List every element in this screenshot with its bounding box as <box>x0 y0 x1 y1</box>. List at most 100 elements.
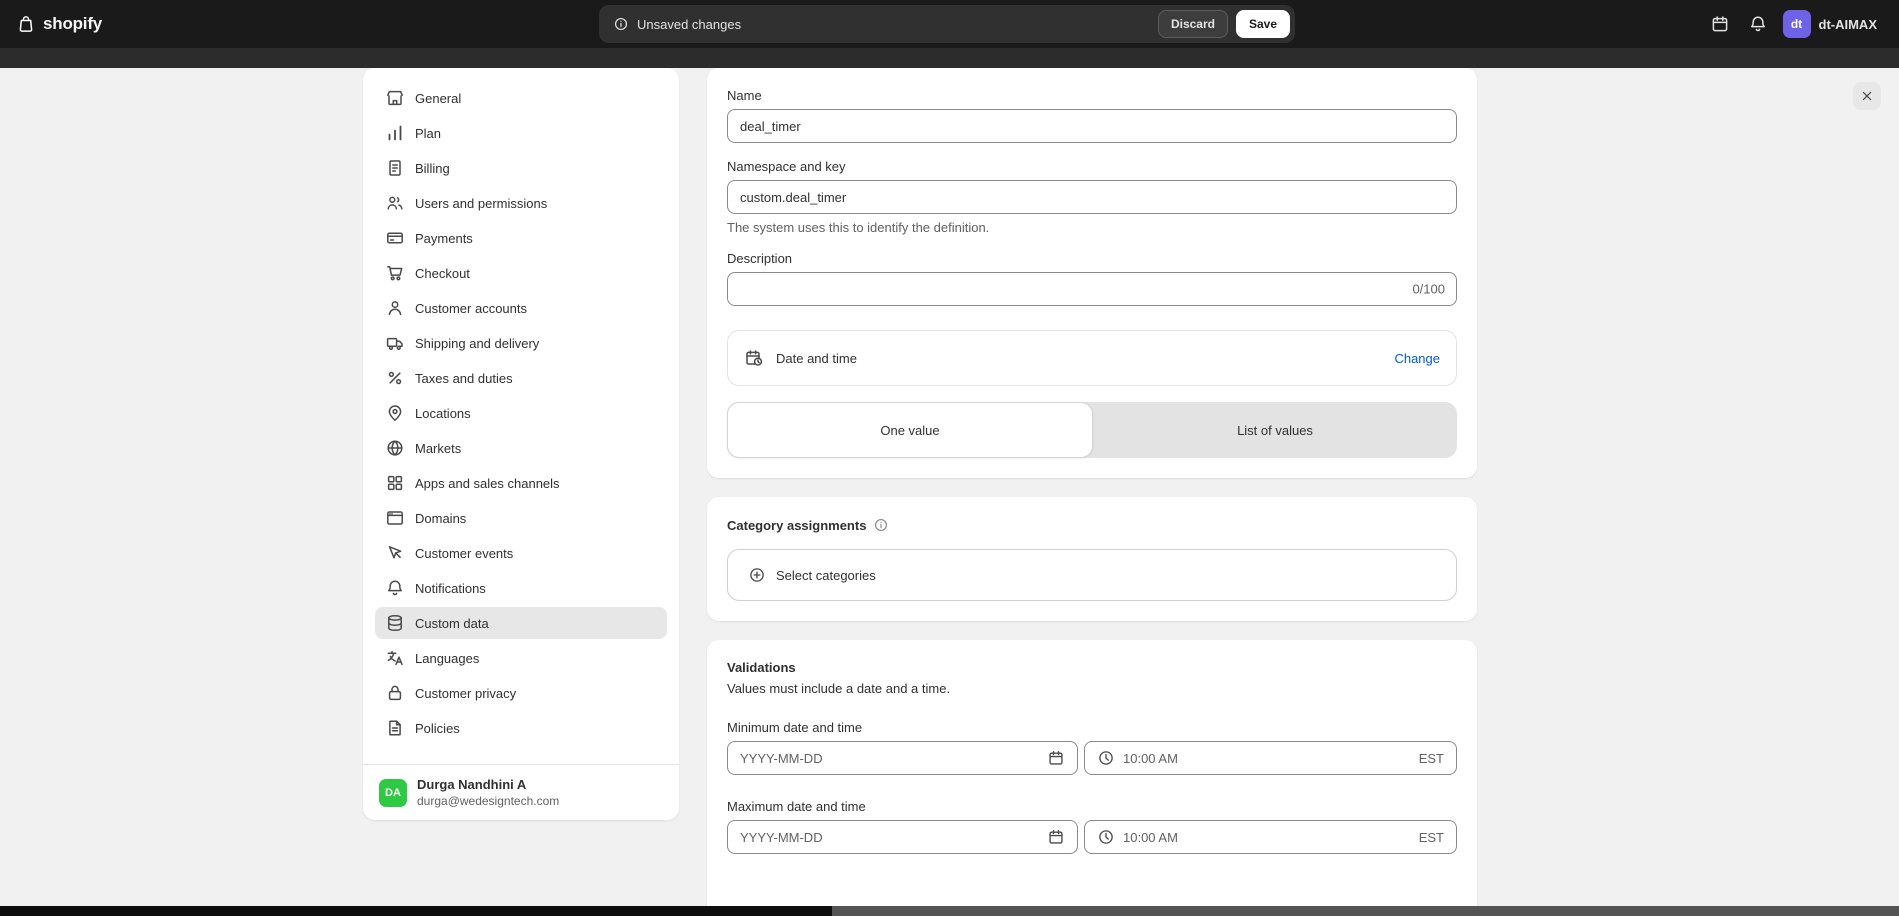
sidebar-item-customer-events[interactable]: Customer events <box>375 537 667 569</box>
validations-card: Validations Values must include a date a… <box>707 640 1477 916</box>
globe-icon <box>385 438 405 458</box>
sidebar-item-checkout[interactable]: Checkout <box>375 257 667 289</box>
page-behind-strip <box>0 48 1899 68</box>
account-menu[interactable]: dt dt-AIMAX <box>1780 7 1884 41</box>
max-date-input[interactable] <box>740 830 1039 845</box>
grid-icon <box>385 473 405 493</box>
card-icon <box>385 228 405 248</box>
save-button[interactable]: Save <box>1236 10 1290 38</box>
description-input[interactable] <box>727 272 1457 306</box>
settings-nav: General Plan Billing Users and permissio… <box>363 68 679 764</box>
info-icon <box>613 16 629 32</box>
max-time-input[interactable] <box>1123 830 1411 845</box>
sidebar-item-label: Users and permissions <box>415 196 547 211</box>
min-date-label: Minimum date and time <box>727 720 1457 735</box>
sidebar-item-domains[interactable]: Domains <box>375 502 667 534</box>
min-date-input[interactable] <box>740 751 1039 766</box>
sidebar-item-custom-data[interactable]: Custom data <box>375 607 667 639</box>
namespace-help-text: The system uses this to identify the def… <box>727 220 1457 235</box>
shopify-bag-icon <box>16 14 36 34</box>
namespace-label: Namespace and key <box>727 159 1457 174</box>
document-icon <box>385 718 405 738</box>
name-label: Name <box>727 88 1457 103</box>
sidebar-item-label: Customer events <box>415 546 513 561</box>
discard-button[interactable]: Discard <box>1158 10 1228 38</box>
sidebar-item-label: Languages <box>415 651 479 666</box>
storefront-icon <box>385 88 405 108</box>
name-input[interactable] <box>727 109 1457 143</box>
sidebar-item-policies[interactable]: Policies <box>375 712 667 744</box>
sidebar-item-languages[interactable]: Languages <box>375 642 667 674</box>
users-icon <box>385 193 405 213</box>
category-assignments-title: Category assignments <box>727 518 866 533</box>
close-button[interactable] <box>1853 82 1881 110</box>
shopify-logo[interactable]: shopify <box>16 14 226 34</box>
sidebar-item-label: General <box>415 91 461 106</box>
validations-subtitle: Values must include a date and a time. <box>727 681 1457 696</box>
chart-icon <box>385 123 405 143</box>
scrollbar-thumb[interactable] <box>0 906 832 916</box>
sidebar-item-label: Customer accounts <box>415 301 527 316</box>
browser-icon <box>385 508 405 528</box>
category-assignments-card: Category assignments Select categories <box>707 497 1477 621</box>
topbar: shopify Unsaved changes Discard Save <box>0 0 1899 48</box>
sidebar-item-payments[interactable]: Payments <box>375 222 667 254</box>
sidebar-user[interactable]: DA Durga Nandhini A durga@wedesigntech.c… <box>363 764 679 820</box>
sidebar-item-plan[interactable]: Plan <box>375 117 667 149</box>
sidebar-item-label: Custom data <box>415 616 489 631</box>
sidebar-item-markets[interactable]: Markets <box>375 432 667 464</box>
list-of-values-option[interactable]: List of values <box>1093 402 1457 458</box>
clock-icon[interactable] <box>1097 828 1115 846</box>
calendar-icon[interactable] <box>1047 828 1065 846</box>
sidebar-item-label: Shipping and delivery <box>415 336 539 351</box>
lock-icon <box>385 683 405 703</box>
sidebar-item-label: Locations <box>415 406 471 421</box>
sidebar-item-billing[interactable]: Billing <box>375 152 667 184</box>
calendar-icon[interactable] <box>1047 749 1065 767</box>
sidebar-item-label: Domains <box>415 511 466 526</box>
horizontal-scrollbar[interactable] <box>0 906 1899 916</box>
character-counter: 0/100 <box>1412 282 1445 297</box>
clock-icon[interactable] <box>1097 749 1115 767</box>
sidebar-item-label: Payments <box>415 231 473 246</box>
sidebar-item-taxes-and-duties[interactable]: Taxes and duties <box>375 362 667 394</box>
cursor-icon <box>385 543 405 563</box>
min-date-row: EST <box>727 741 1457 775</box>
min-time-input[interactable] <box>1123 751 1411 766</box>
namespace-input[interactable] <box>727 180 1457 214</box>
sidebar-item-users-and-permissions[interactable]: Users and permissions <box>375 187 667 219</box>
plus-circle-icon <box>748 566 766 584</box>
one-value-option[interactable]: One value <box>727 402 1093 458</box>
min-time-field: EST <box>1084 741 1457 775</box>
calendar-button[interactable] <box>1704 8 1736 40</box>
sidebar-item-general[interactable]: General <box>375 82 667 114</box>
select-categories-label: Select categories <box>776 568 876 583</box>
select-categories-button[interactable]: Select categories <box>727 549 1457 601</box>
max-time-field: EST <box>1084 820 1457 854</box>
close-icon <box>1859 88 1875 104</box>
sidebar-item-label: Customer privacy <box>415 686 516 701</box>
change-type-link[interactable]: Change <box>1394 351 1440 366</box>
sidebar-item-shipping-and-delivery[interactable]: Shipping and delivery <box>375 327 667 359</box>
sidebar-item-label: Plan <box>415 126 441 141</box>
notifications-button[interactable] <box>1742 8 1774 40</box>
account-name: dt-AIMAX <box>1819 17 1878 32</box>
timezone-label: EST <box>1419 830 1444 845</box>
user-email: durga@wedesigntech.com <box>417 794 559 808</box>
sidebar-item-label: Policies <box>415 721 460 736</box>
person-icon <box>385 298 405 318</box>
definition-card: Name Namespace and key The system uses t… <box>707 68 1477 478</box>
sidebar-item-customer-privacy[interactable]: Customer privacy <box>375 677 667 709</box>
max-date-field <box>727 820 1078 854</box>
calendar-clock-icon <box>744 348 764 368</box>
metafield-definition-panel: Name Namespace and key The system uses t… <box>707 68 1477 916</box>
user-name: Durga Nandhini A <box>417 777 559 792</box>
sidebar-item-customer-accounts[interactable]: Customer accounts <box>375 292 667 324</box>
sidebar-item-label: Checkout <box>415 266 470 281</box>
sidebar-item-apps-and-sales-channels[interactable]: Apps and sales channels <box>375 467 667 499</box>
sidebar-item-locations[interactable]: Locations <box>375 397 667 429</box>
sidebar-item-notifications[interactable]: Notifications <box>375 572 667 604</box>
timezone-label: EST <box>1419 751 1444 766</box>
sidebar-item-label: Markets <box>415 441 461 456</box>
bell-icon <box>385 578 405 598</box>
